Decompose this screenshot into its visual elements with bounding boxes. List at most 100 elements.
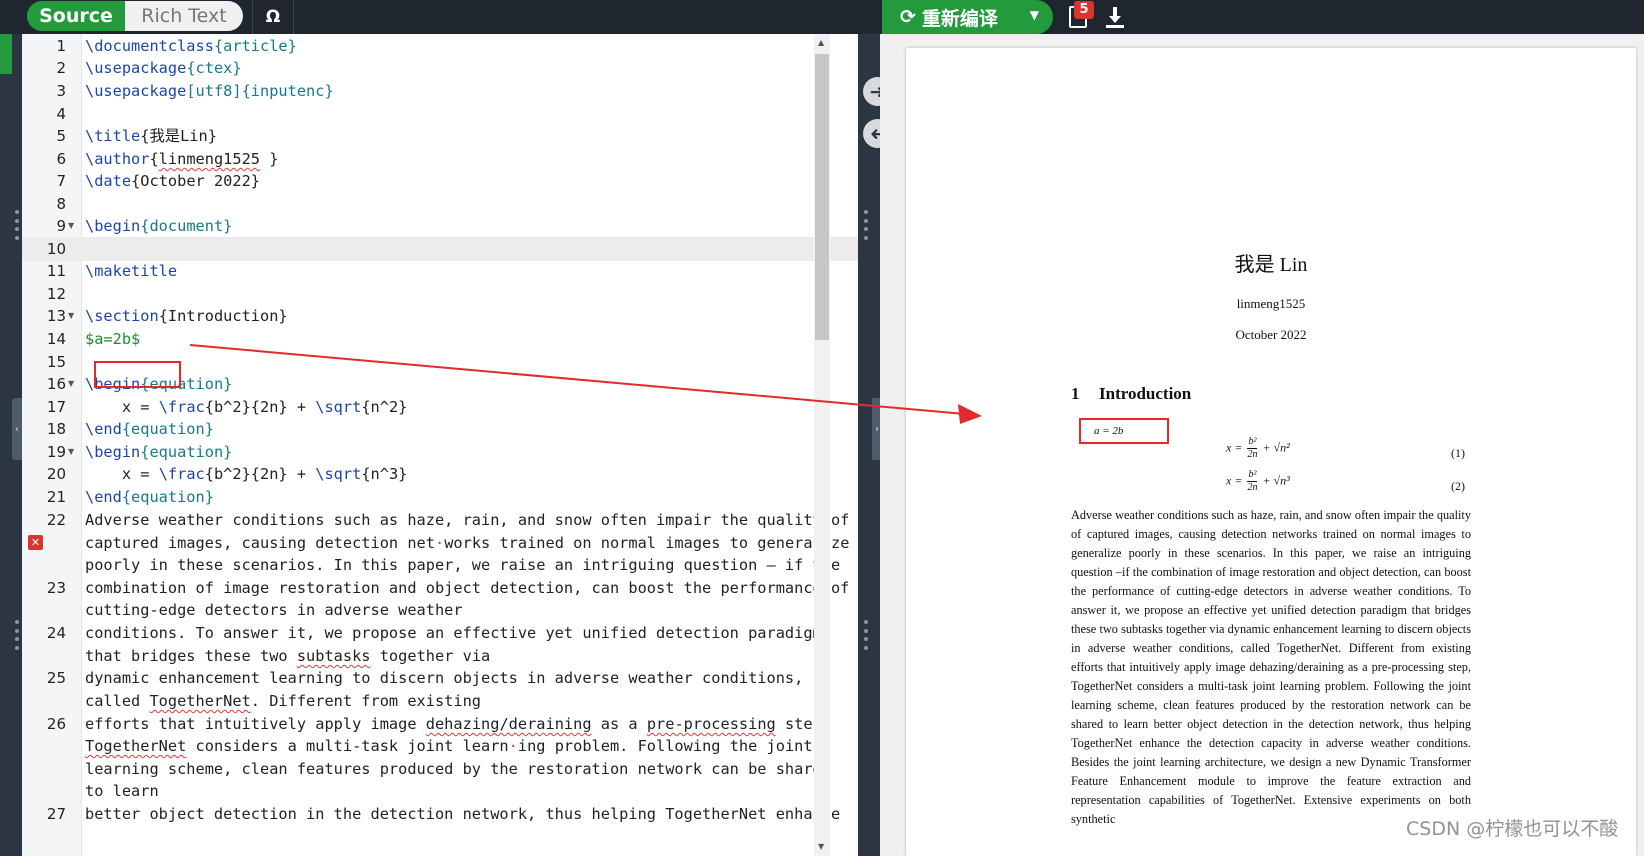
fold-arrow-icon[interactable]: ▼ <box>68 372 74 396</box>
code-line[interactable]: \title{我是Lin} <box>85 124 858 148</box>
spelling-error[interactable]: TogetherNet <box>149 692 250 710</box>
symbol-palette-button[interactable]: Ω <box>252 0 294 34</box>
code-text: conditions. To answer it, we propose an … <box>85 624 822 642</box>
code-line[interactable]: \begin{equation} <box>85 372 858 396</box>
code-line[interactable]: called TogetherNet. Different from exist… <box>85 689 858 713</box>
code-text: x = <box>85 398 159 416</box>
latex-command: \end <box>85 488 122 506</box>
scroll-down-icon[interactable]: ▼ <box>818 842 824 851</box>
document-author: linmeng1525 <box>1236 296 1306 311</box>
line-number: 9 <box>56 217 66 235</box>
code-line[interactable]: \usepackage[utf8]{inputenc} <box>85 79 858 103</box>
pdf-page[interactable]: 我是 Lin linmeng1525 October 2022 1 Introdu… <box>906 48 1636 856</box>
rich-text-mode-button[interactable]: Rich Text <box>125 1 243 31</box>
code-text: works trained on normal images to genera… <box>444 534 850 552</box>
latex-command: \section <box>85 307 159 325</box>
code-line[interactable]: efforts that intuitively apply image deh… <box>85 712 858 736</box>
code-line[interactable]: x = \frac{b^2}{2n} + \sqrt{n^3} <box>85 462 858 486</box>
collapse-sidebar-handle[interactable]: ‹ <box>12 398 22 460</box>
source-mode-button[interactable]: Source <box>27 1 125 31</box>
code-text: poorly in these scenarios. In this paper… <box>85 556 841 574</box>
code-line[interactable]: that bridges these two subtasks together… <box>85 644 858 668</box>
code-line[interactable]: poorly in these scenarios. In this paper… <box>85 553 858 577</box>
editor-scrollbar-thumb[interactable] <box>815 54 829 340</box>
code-line[interactable]: \maketitle <box>85 259 858 283</box>
spelling-error[interactable]: pre-processing <box>647 715 776 733</box>
code-line[interactable]: dynamic enhancement learning to discern … <box>85 666 858 690</box>
spelling-error[interactable]: TogetherNet <box>85 737 186 755</box>
recompile-button[interactable]: ⟳ 重新编译 ▼ <box>882 0 1053 34</box>
line-number: 22 <box>46 511 66 529</box>
code-line[interactable]: \usepackage{ctex} <box>85 56 858 80</box>
resize-handle-icon[interactable] <box>864 210 868 240</box>
code-text: captured images, causing detection net <box>85 534 435 552</box>
line-number: 25 <box>46 669 66 687</box>
log-error-badge[interactable]: 5 <box>1074 1 1094 19</box>
line-number: 23 <box>46 579 66 597</box>
download-icon[interactable] <box>1103 4 1127 30</box>
code-line[interactable]: $a=2b$ <box>85 327 858 351</box>
code-text: Adverse weather conditions such as haze,… <box>85 511 850 529</box>
latex-command: \begin <box>85 443 141 461</box>
annotation-box-pdf <box>1079 418 1169 444</box>
inline-math: $a=2b$ <box>85 330 141 348</box>
line-number: 14 <box>46 330 66 348</box>
source-editor[interactable]: 1 2 3 4 5 6 7 8 9 ▼ 10 11 12 13 ▼ 14 15 … <box>22 34 858 856</box>
code-line[interactable]: to learn <box>85 779 858 803</box>
latex-command: \frac <box>158 465 205 483</box>
code-line[interactable]: \documentclass{article} <box>85 34 858 58</box>
file-tree-toggle[interactable] <box>0 34 12 74</box>
latex-argument: {ctex} <box>186 59 242 77</box>
scroll-up-icon[interactable]: ▲ <box>818 38 824 47</box>
latex-command: \usepackage <box>85 82 187 100</box>
code-line[interactable]: learning scheme, clean features produced… <box>85 757 858 781</box>
line-number: 17 <box>46 398 66 416</box>
latex-argument: } <box>260 150 279 168</box>
line-number: 15 <box>46 353 66 371</box>
latex-argument: {equation} <box>121 488 214 506</box>
code-text: ing problem. Following the joint <box>517 737 813 755</box>
resize-handle-icon[interactable] <box>15 620 19 650</box>
code-line[interactable]: \author{linmeng1525 } <box>85 147 858 171</box>
resize-handle-icon[interactable] <box>15 210 19 240</box>
latex-command: \author <box>85 150 150 168</box>
recompile-label: 重新编译 <box>921 7 998 30</box>
latex-command: \usepackage <box>85 59 187 77</box>
code-line[interactable]: \begin{equation} <box>85 440 858 464</box>
fraction: b² 2n <box>1247 436 1258 461</box>
code-line[interactable]: \end{equation} <box>85 417 858 441</box>
code-line[interactable]: \date{October 2022} <box>85 169 858 193</box>
latex-argument: {我是Lin} <box>140 127 217 145</box>
code-line[interactable]: \section{Introduction} <box>85 304 858 328</box>
spelling-error[interactable]: subtasks <box>297 647 371 665</box>
equation-number: (1) <box>1451 446 1465 460</box>
code-line[interactable]: x = \frac{b^2}{2n} + \sqrt{n^2} <box>85 395 858 419</box>
fold-arrow-icon[interactable]: ▼ <box>68 214 74 238</box>
spelling-error[interactable]: dehazing/deraining <box>426 715 592 733</box>
code-line[interactable]: cutting-edge detectors in adverse weathe… <box>85 598 858 622</box>
fraction-denominator: 2n <box>1247 449 1258 460</box>
chevron-down-icon[interactable]: ▼ <box>1030 8 1039 22</box>
code-line[interactable]: TogetherNet considers a multi-task joint… <box>85 734 858 758</box>
code-line[interactable]: \begin{document} <box>85 214 858 238</box>
code-line[interactable]: \end{equation} <box>85 485 858 509</box>
editor-mode-toggle[interactable]: Source Rich Text <box>27 1 243 31</box>
equation-lhs: x = <box>1226 473 1243 488</box>
code-line[interactable]: conditions. To answer it, we propose an … <box>85 621 858 645</box>
code-line[interactable]: Adverse weather conditions such as haze,… <box>85 508 858 532</box>
fold-arrow-icon[interactable]: ▼ <box>68 440 74 464</box>
code-text: {n^2} <box>361 398 408 416</box>
resize-handle-icon[interactable] <box>864 620 868 650</box>
code-line[interactable]: better object detection in the detection… <box>85 802 858 826</box>
spelling-error[interactable]: linmeng1525 <box>159 150 260 168</box>
code-line[interactable]: captured images, causing detection net·w… <box>85 531 858 555</box>
line-number: 8 <box>56 195 66 213</box>
latex-command: \date <box>85 172 132 190</box>
error-marker-icon[interactable]: ✕ <box>28 535 43 550</box>
line-number: 5 <box>56 127 66 145</box>
fold-arrow-icon[interactable]: ▼ <box>68 304 74 328</box>
equation-number: (2) <box>1451 479 1465 493</box>
line-number: 6 <box>56 150 66 168</box>
line-number: 4 <box>56 105 66 123</box>
code-line[interactable]: combination of image restoration and obj… <box>85 576 858 600</box>
